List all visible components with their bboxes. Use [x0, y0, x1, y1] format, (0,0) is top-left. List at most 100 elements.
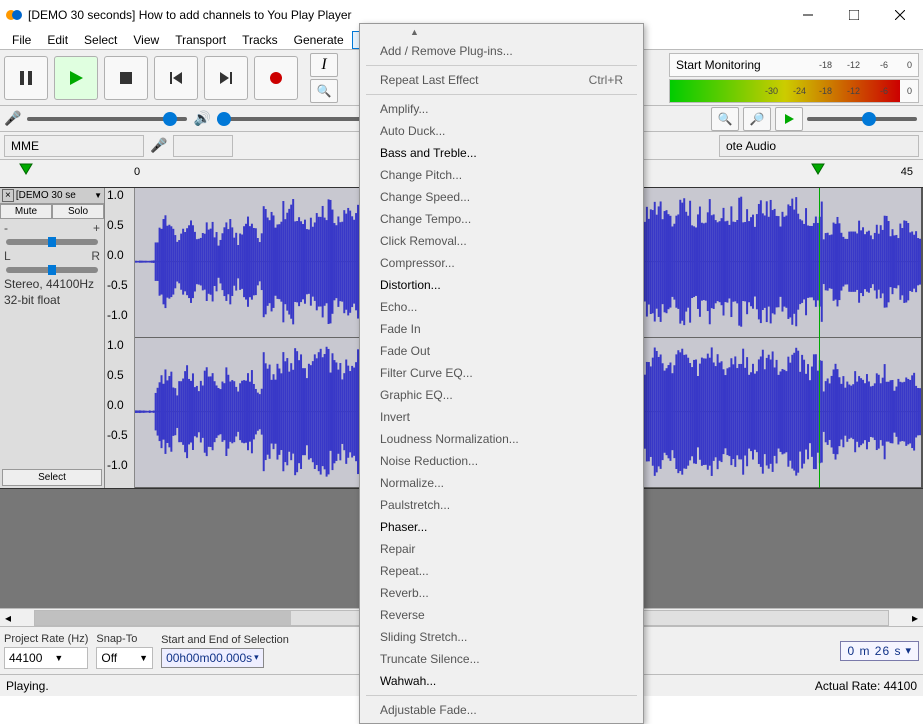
- menu-item-reverse[interactable]: Reverse: [360, 604, 643, 626]
- zoom-out-icon: 🔎: [750, 112, 765, 126]
- recording-device-combo[interactable]: [173, 135, 233, 157]
- selection-label: Start and End of Selection: [161, 634, 289, 646]
- gain-slider[interactable]: [6, 239, 98, 245]
- selection-tool-button[interactable]: I: [310, 53, 338, 77]
- actual-rate-label: Actual Rate: 44100: [815, 679, 917, 693]
- menu-item-fade-out[interactable]: Fade Out: [360, 340, 643, 362]
- playback-cursor: [819, 188, 820, 488]
- playback-volume-slider[interactable]: [217, 117, 377, 121]
- menu-item-change-tempo[interactable]: Change Tempo...: [360, 208, 643, 230]
- menu-item-distortion[interactable]: Distortion...: [360, 274, 643, 296]
- menu-item-truncate-silence[interactable]: Truncate Silence...: [360, 648, 643, 670]
- playhead-cursor-icon: [810, 162, 826, 176]
- timeline-end-label: 45: [901, 166, 913, 178]
- mute-button[interactable]: Mute: [0, 204, 52, 219]
- app-logo-icon: [6, 7, 22, 23]
- play-button[interactable]: [54, 56, 98, 100]
- menu-item-graphic-eq[interactable]: Graphic EQ...: [360, 384, 643, 406]
- scroll-thumb[interactable]: [35, 611, 291, 625]
- skip-end-button[interactable]: [204, 56, 248, 100]
- menu-item-sliding-stretch[interactable]: Sliding Stretch...: [360, 626, 643, 648]
- menu-up-arrow-icon[interactable]: ▲: [410, 27, 419, 37]
- menu-select[interactable]: Select: [76, 31, 125, 49]
- menu-file[interactable]: File: [4, 31, 39, 49]
- menu-transport[interactable]: Transport: [167, 31, 234, 49]
- zoom-tool-button[interactable]: 🔍: [310, 79, 338, 103]
- menu-item-phaser[interactable]: Phaser...: [360, 516, 643, 538]
- scroll-left-button[interactable]: ◂: [0, 611, 16, 625]
- menu-edit[interactable]: Edit: [39, 31, 76, 49]
- pan-slider[interactable]: [6, 267, 98, 273]
- menu-item-add-remove-plugins[interactable]: Add / Remove Plug-ins...: [360, 40, 643, 62]
- menu-item-repeat[interactable]: Repeat...: [360, 560, 643, 582]
- window-title: [DEMO 30 seconds] How to add channels to…: [28, 8, 785, 22]
- menu-item-paulstretch[interactable]: Paulstretch...: [360, 494, 643, 516]
- zoom-in-button[interactable]: 🔍: [711, 107, 739, 131]
- playback-meter[interactable]: -30 -24 -18 -12 -6 0: [669, 79, 919, 103]
- menu-item-reverb[interactable]: Reverb...: [360, 582, 643, 604]
- menu-item-repair[interactable]: Repair: [360, 538, 643, 560]
- menu-item-loudness-normalization[interactable]: Loudness Normalization...: [360, 428, 643, 450]
- status-text: Playing.: [6, 679, 49, 693]
- menu-item-wahwah[interactable]: Wahwah...: [360, 670, 643, 692]
- menu-item-compressor[interactable]: Compressor...: [360, 252, 643, 274]
- timeline-zero-label: 0: [134, 166, 140, 178]
- close-track-icon[interactable]: ×: [2, 189, 14, 202]
- menu-item-repeat-last[interactable]: Repeat Last EffectCtrl+R: [360, 69, 643, 91]
- pause-button[interactable]: [4, 56, 48, 100]
- menu-item-bass-and-treble[interactable]: Bass and Treble...: [360, 142, 643, 164]
- record-button[interactable]: [254, 56, 298, 100]
- menu-item-change-pitch[interactable]: Change Pitch...: [360, 164, 643, 186]
- select-track-button[interactable]: Select: [2, 469, 102, 486]
- track-control-panel: × [DEMO 30 se ▼ Mute Solo -+ LR Stereo, …: [0, 188, 105, 488]
- snap-to-combo[interactable]: Off▼: [96, 647, 153, 669]
- track-menu-dropdown-icon[interactable]: ▼: [94, 191, 102, 200]
- amplitude-ruler: 1.00.50.0-0.5-1.01.00.50.0-0.5-1.0: [105, 188, 135, 488]
- play-at-speed-button[interactable]: [775, 107, 803, 131]
- monitor-label: Start Monitoring: [676, 58, 761, 72]
- playback-device-combo[interactable]: ote Audio: [719, 135, 919, 157]
- menu-item-normalize[interactable]: Normalize...: [360, 472, 643, 494]
- menu-item-invert[interactable]: Invert: [360, 406, 643, 428]
- maximize-button[interactable]: [831, 0, 877, 30]
- project-rate-combo[interactable]: 44100▼: [4, 647, 88, 669]
- scroll-right-button[interactable]: ▸: [907, 611, 923, 625]
- menu-view[interactable]: View: [125, 31, 167, 49]
- minimize-button[interactable]: [785, 0, 831, 30]
- mic-icon: 🎤: [4, 110, 21, 127]
- mic-device-icon: 🎤: [150, 137, 167, 154]
- project-rate-label: Project Rate (Hz): [4, 633, 88, 645]
- menu-generate[interactable]: Generate: [286, 31, 352, 49]
- menu-item-change-speed[interactable]: Change Speed...: [360, 186, 643, 208]
- solo-button[interactable]: Solo: [52, 204, 104, 219]
- recording-volume-slider[interactable]: [27, 117, 187, 121]
- track-name-label[interactable]: [DEMO 30 se: [16, 190, 94, 201]
- menu-tracks[interactable]: Tracks: [234, 31, 286, 49]
- ibeam-icon: I: [321, 56, 326, 74]
- playback-speed-slider[interactable]: [807, 117, 917, 121]
- menu-item-noise-reduction[interactable]: Noise Reduction...: [360, 450, 643, 472]
- menu-item-click-removal[interactable]: Click Removal...: [360, 230, 643, 252]
- menu-item-echo[interactable]: Echo...: [360, 296, 643, 318]
- selection-start-time[interactable]: 00h00m00.000s▾: [161, 648, 264, 668]
- meters-panel: Start Monitoring -18 -12 -6 0 -30 -24 -1…: [669, 53, 919, 105]
- play-green-icon: [783, 113, 795, 125]
- menu-item-auto-duck[interactable]: Auto Duck...: [360, 120, 643, 142]
- zoom-in-icon: 🔍: [718, 112, 733, 126]
- menu-item-fade-in[interactable]: Fade In: [360, 318, 643, 340]
- snap-to-label: Snap-To: [96, 633, 153, 645]
- menu-item-filter-curve-eq[interactable]: Filter Curve EQ...: [360, 362, 643, 384]
- track-format-label: Stereo, 44100Hz32-bit float: [0, 275, 104, 310]
- menu-item-amplify[interactable]: Amplify...: [360, 98, 643, 120]
- record-meter[interactable]: Start Monitoring -18 -12 -6 0: [669, 53, 919, 77]
- audio-position-time[interactable]: 0 m 26 s▾: [840, 641, 919, 661]
- close-button[interactable]: [877, 0, 923, 30]
- speaker-icon: 🔊: [193, 110, 210, 127]
- magnifier-icon: 🔍: [317, 84, 332, 98]
- effect-menu-dropdown: ▲ Add / Remove Plug-ins... Repeat Last E…: [359, 23, 644, 724]
- menu-item-adjustable-fade[interactable]: Adjustable Fade...: [360, 699, 643, 721]
- skip-start-button[interactable]: [154, 56, 198, 100]
- stop-button[interactable]: [104, 56, 148, 100]
- zoom-out-button[interactable]: 🔎: [743, 107, 771, 131]
- audio-host-combo[interactable]: MME: [4, 135, 144, 157]
